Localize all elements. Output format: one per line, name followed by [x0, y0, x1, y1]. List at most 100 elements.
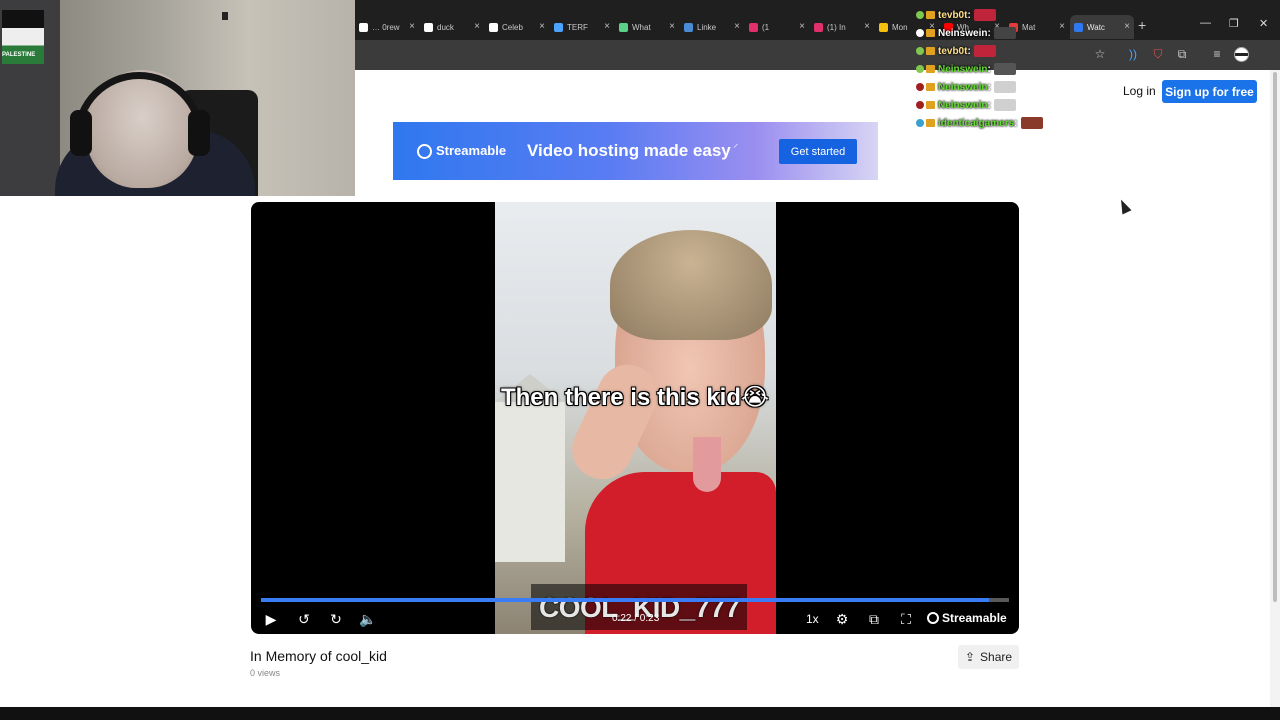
video-caption: Then there is this kid😭	[500, 384, 770, 411]
instagram-icon	[749, 22, 758, 32]
play-button[interactable]: ▶	[261, 609, 281, 629]
promo-banner[interactable]: Streamable Video hosting made easy ⸝ Get…	[393, 122, 878, 180]
chat-separator: :	[987, 99, 991, 111]
extension-icon[interactable]: ))	[1125, 47, 1141, 61]
stream-chat-overlay: tevb0t : Neinswein : tevb0t : Neinswein : Ne…	[916, 6, 1096, 132]
steam-icon	[554, 22, 563, 32]
video-frame: COOL_KID_777	[495, 202, 776, 634]
browser-tab[interactable]: Linke ×	[680, 15, 744, 39]
chat-message: Neinswein :	[916, 96, 1096, 114]
login-link[interactable]: Log in	[1123, 84, 1156, 98]
chat-emote-icon	[993, 81, 1016, 93]
browser-tab[interactable]: duck ×	[420, 15, 484, 39]
media-controls-icon[interactable]: ≡	[1209, 47, 1225, 61]
streamable-logo-icon	[927, 612, 939, 624]
adblock-icon[interactable]: ⛉	[1150, 47, 1166, 62]
share-label: Share	[980, 650, 1013, 664]
chat-username: Neinswein	[938, 99, 988, 111]
signup-button[interactable]: Sign up for free	[1162, 80, 1257, 103]
webcam-overlay: PALESTINE	[0, 0, 355, 196]
tiktok-icon	[424, 22, 433, 32]
headset	[74, 72, 204, 142]
tab-label: duck	[437, 22, 454, 32]
streamable-logo-icon	[417, 144, 432, 159]
tab-label: What	[632, 22, 651, 32]
chat-sub-badge-icon	[926, 29, 935, 37]
browser-tab[interactable]: TERF ×	[550, 15, 614, 39]
headset-earcup-left	[70, 110, 92, 156]
flag-poster-text: PALESTINE	[2, 52, 36, 58]
tab-label: Mon	[892, 22, 908, 32]
page-scrollbar[interactable]	[1270, 70, 1280, 707]
minimize-button[interactable]: —	[1200, 17, 1211, 29]
tab-close-icon[interactable]: ×	[799, 21, 805, 32]
tab-close-icon[interactable]: ×	[539, 21, 545, 32]
chat-separator: :	[987, 81, 991, 93]
maximize-button[interactable]: ❐	[1229, 17, 1239, 30]
tab-close-icon[interactable]: ×	[669, 21, 675, 32]
chat-separator: :	[987, 27, 991, 39]
chat-message: Neinswein :	[916, 60, 1096, 78]
headset-earcup-right	[188, 110, 210, 156]
tab-close-icon[interactable]: ×	[604, 21, 610, 32]
link-icon	[684, 22, 693, 32]
browser-tab[interactable]: What ×	[615, 15, 679, 39]
chat-username: Neinswein	[938, 81, 988, 93]
chat-separator: :	[967, 9, 971, 21]
browser-tab[interactable]: Celeb ×	[485, 15, 549, 39]
chat-emote-icon	[993, 99, 1016, 111]
chat-badge-icon	[916, 47, 924, 55]
chat-message: Neinswein :	[916, 24, 1096, 42]
tab-label: (1) In	[827, 22, 846, 32]
tab-close-icon[interactable]: ×	[474, 21, 480, 32]
chat-badge-icon	[916, 29, 924, 37]
tab-close-icon[interactable]: ×	[864, 21, 870, 32]
tab-close-icon[interactable]: ×	[734, 21, 740, 32]
chat-message: Neinswein :	[916, 78, 1096, 96]
chat-badge-icon	[916, 101, 924, 109]
rewind-10-icon[interactable]: ↺	[294, 609, 314, 629]
kid-hair	[610, 230, 772, 340]
picture-in-picture-icon[interactable]: ⧉	[864, 609, 884, 629]
fullscreen-icon[interactable]: ⛶	[896, 609, 916, 629]
time-display: 0:22 / 0:23	[612, 613, 660, 624]
tab-label: TERF	[567, 22, 588, 32]
browser-tab[interactable]: … 0rew ×	[355, 15, 419, 39]
background-house	[495, 374, 565, 562]
mouse-cursor-icon	[1116, 197, 1132, 215]
chat-sub-badge-icon	[926, 101, 935, 109]
progress-bar[interactable]	[261, 598, 1009, 602]
playback-speed-button[interactable]: 1x	[806, 612, 819, 626]
browser-toolbar	[355, 40, 1280, 70]
browser-tab[interactable]: (1) In ×	[810, 15, 874, 39]
browser-title-strip	[355, 0, 1280, 13]
profile-avatar[interactable]	[1234, 47, 1249, 62]
chat-username: tevb0t	[938, 9, 968, 21]
scrollbar-thumb[interactable]	[1273, 72, 1277, 602]
get-started-button[interactable]: Get started	[779, 139, 857, 164]
tab-close-icon[interactable]: ×	[409, 21, 415, 32]
instagram-icon	[814, 22, 823, 32]
close-window-button[interactable]: ✕	[1259, 17, 1268, 30]
chat-message: tevb0t :	[916, 6, 1096, 24]
taskbar-strip	[0, 707, 1280, 720]
chat-badge-icon	[916, 65, 924, 73]
new-tab-button[interactable]: +	[1138, 17, 1146, 33]
chat-badge-icon	[916, 83, 924, 91]
chat-badge-icon	[916, 119, 924, 127]
banner-tagline: Video hosting made easy	[527, 141, 731, 160]
chat-emote-icon	[993, 63, 1016, 75]
chat-emote-icon	[1020, 117, 1043, 129]
settings-gear-icon[interactable]: ⚙	[832, 609, 852, 629]
video-title: In Memory of cool_kid	[250, 648, 387, 664]
streamable-brand-link[interactable]: Streamable	[927, 611, 1007, 625]
tab-close-icon[interactable]: ×	[1124, 21, 1130, 32]
share-button[interactable]: ⇪ Share	[958, 645, 1019, 669]
chat-sub-badge-icon	[926, 47, 935, 55]
video-player[interactable]: COOL_KID_777 Then there is this kid😭 ▶ ↺…	[251, 202, 1019, 634]
forward-10-icon[interactable]: ↻	[326, 609, 346, 629]
tiktok-icon	[489, 22, 498, 32]
browser-tab[interactable]: (1 ×	[745, 15, 809, 39]
puzzle-extensions-icon[interactable]: ⧉	[1174, 47, 1190, 62]
volume-icon[interactable]: 🔈	[358, 609, 378, 629]
